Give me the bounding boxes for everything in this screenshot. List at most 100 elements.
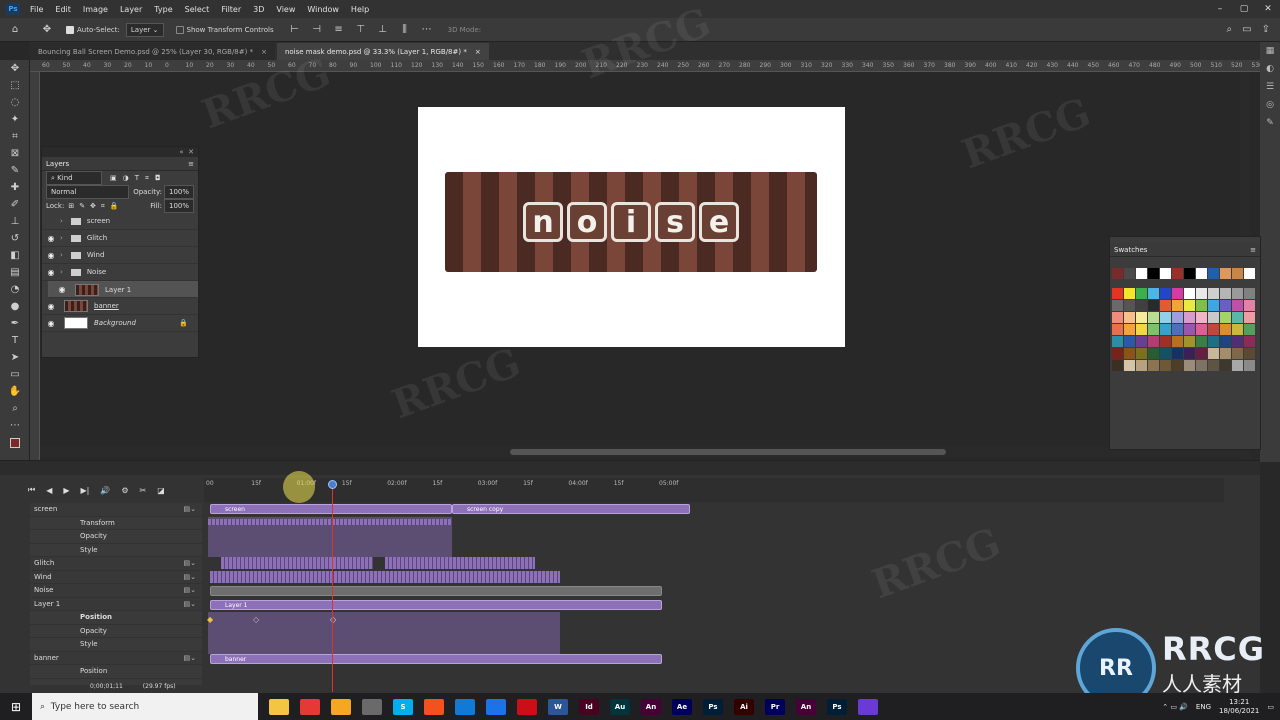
paths-icon[interactable]: ✎ — [1260, 114, 1280, 132]
swatch[interactable] — [1148, 300, 1159, 311]
clone-stamp-icon[interactable]: ⊥ — [0, 213, 30, 230]
swatch[interactable] — [1244, 360, 1255, 371]
swatch[interactable] — [1244, 288, 1255, 299]
distribute-icon[interactable]: ⫼ — [398, 23, 412, 37]
swatch[interactable] — [1148, 348, 1159, 359]
workspace-icon[interactable]: ▭ — [1242, 24, 1251, 35]
menu-window[interactable]: Window — [307, 5, 339, 14]
swatch[interactable] — [1160, 360, 1171, 371]
tab-close-icon[interactable]: × — [261, 48, 267, 56]
prev-frame-icon[interactable]: ◀ — [46, 486, 52, 495]
swatch[interactable] — [1232, 268, 1243, 279]
track-group[interactable]: screen ▤⌄ — [30, 503, 202, 517]
track-property[interactable]: Opacity — [30, 530, 202, 544]
lock-icons[interactable]: ⊞✎✥⌗🔒 — [68, 202, 123, 211]
swatch[interactable] — [1172, 336, 1183, 347]
swatch[interactable] — [1112, 312, 1123, 323]
menu-3d[interactable]: 3D — [253, 5, 264, 14]
swatch[interactable] — [1172, 312, 1183, 323]
swatch[interactable] — [1136, 312, 1147, 323]
keyframe-icon[interactable]: ◇ — [253, 615, 259, 624]
taskbar-app-icon[interactable] — [331, 698, 351, 715]
taskbar-app-icon[interactable] — [858, 698, 878, 715]
swatch[interactable] — [1160, 348, 1171, 359]
track-menu-icon[interactable]: ▤⌄ — [184, 505, 196, 513]
swatch[interactable] — [1160, 336, 1171, 347]
track-menu-icon[interactable]: ▤⌄ — [184, 600, 196, 608]
layer-row[interactable]: ◉ › Noise — [42, 264, 198, 281]
split-icon[interactable]: ✂ — [140, 486, 147, 495]
horizontal-scrollbar[interactable] — [40, 447, 1240, 457]
taskbar-app-icon[interactable]: An — [796, 698, 816, 715]
taskbar-search[interactable]: ⌕ Type here to search — [32, 693, 258, 720]
swatch[interactable] — [1184, 336, 1195, 347]
playhead[interactable] — [332, 480, 333, 692]
layer-row[interactable]: ◉ banner — [42, 298, 198, 315]
hand-tool-icon[interactable]: ✋ — [0, 383, 30, 400]
menu-edit[interactable]: Edit — [55, 5, 71, 14]
swatch[interactable] — [1112, 336, 1123, 347]
swatch[interactable] — [1244, 312, 1255, 323]
swatch[interactable] — [1184, 360, 1195, 371]
align-middle-icon[interactable]: ⊥ — [376, 23, 390, 37]
menu-filter[interactable]: Filter — [221, 5, 241, 14]
menu-file[interactable]: File — [30, 5, 43, 14]
eraser-tool-icon[interactable]: ◧ — [0, 247, 30, 264]
taskbar-app-icon[interactable] — [486, 698, 506, 715]
layer-row[interactable]: › screen — [42, 213, 198, 230]
swatch[interactable] — [1112, 288, 1123, 299]
taskbar-app-icon[interactable] — [424, 698, 444, 715]
minimize-icon[interactable]: – — [1208, 0, 1232, 18]
swatch[interactable] — [1172, 360, 1183, 371]
swatch[interactable] — [1220, 300, 1231, 311]
swatch[interactable] — [1196, 336, 1207, 347]
frame-tool-icon[interactable]: ⊠ — [0, 145, 30, 162]
swatch[interactable] — [1124, 324, 1135, 335]
healing-brush-icon[interactable]: ✚ — [0, 179, 30, 196]
track-property[interactable]: Transform — [30, 517, 202, 530]
windows-start-icon[interactable]: ⊞ — [0, 693, 32, 720]
swatch[interactable] — [1112, 360, 1123, 371]
clock[interactable]: 13:21 18/06/2021 — [1219, 698, 1259, 716]
brush-tool-icon[interactable]: ✐ — [0, 196, 30, 213]
auto-select-checkbox[interactable] — [66, 25, 74, 34]
magic-wand-icon[interactable]: ✦ — [0, 111, 30, 128]
swatch[interactable] — [1196, 348, 1207, 359]
menu-select[interactable]: Select — [185, 5, 210, 14]
swatch[interactable] — [1208, 288, 1219, 299]
swatch[interactable] — [1244, 324, 1255, 335]
playhead-handle[interactable] — [328, 480, 337, 489]
track-menu-icon[interactable]: ▤⌄ — [184, 654, 196, 662]
swatch[interactable] — [1208, 312, 1219, 323]
lasso-tool-icon[interactable]: ◌ — [0, 94, 30, 111]
layer-row[interactable]: ◉ › Glitch — [42, 230, 198, 247]
swatch[interactable] — [1160, 268, 1171, 279]
eye-icon[interactable]: ◉ — [42, 234, 60, 243]
swatch[interactable] — [1172, 324, 1183, 335]
swatch[interactable] — [1232, 336, 1243, 347]
tab-bouncing-ball[interactable]: Bouncing Ball Screen Demo.psd @ 25% (Lay… — [30, 43, 275, 60]
libraries-icon[interactable]: ▦ — [1260, 42, 1280, 60]
transform-controls-checkbox[interactable] — [175, 25, 184, 34]
color-swatches-icon[interactable] — [0, 434, 30, 451]
shape-tool-icon[interactable]: ▭ — [0, 366, 30, 383]
tab-noise-mask[interactable]: noise mask demo.psd @ 33.3% (Layer 1, RG… — [276, 43, 489, 60]
swatch[interactable] — [1232, 300, 1243, 311]
swatch[interactable] — [1208, 348, 1219, 359]
align-left-icon[interactable]: ⊢ — [288, 23, 302, 37]
layer-row[interactable]: ◉ › Wind — [42, 247, 198, 264]
taskbar-app-icon[interactable]: Id — [579, 698, 599, 715]
swatch[interactable] — [1112, 348, 1123, 359]
glitch-clips[interactable] — [221, 557, 373, 569]
notifications-icon[interactable]: ▭ — [1267, 703, 1274, 711]
fill-input[interactable]: 100% — [164, 199, 194, 213]
layer-row[interactable]: ◉ Background 🔒 — [42, 315, 198, 332]
track-property[interactable]: Opacity — [30, 625, 202, 638]
swatch[interactable] — [1196, 268, 1207, 279]
tray-icons[interactable]: ⌃ ▭ 🔊 — [1162, 703, 1188, 711]
first-frame-icon[interactable]: ⏮ — [28, 485, 35, 495]
swatch[interactable] — [1208, 300, 1219, 311]
swatch[interactable] — [1244, 336, 1255, 347]
move-tool-icon[interactable]: ✥ — [0, 60, 30, 77]
track-property[interactable]: Style — [30, 638, 202, 652]
